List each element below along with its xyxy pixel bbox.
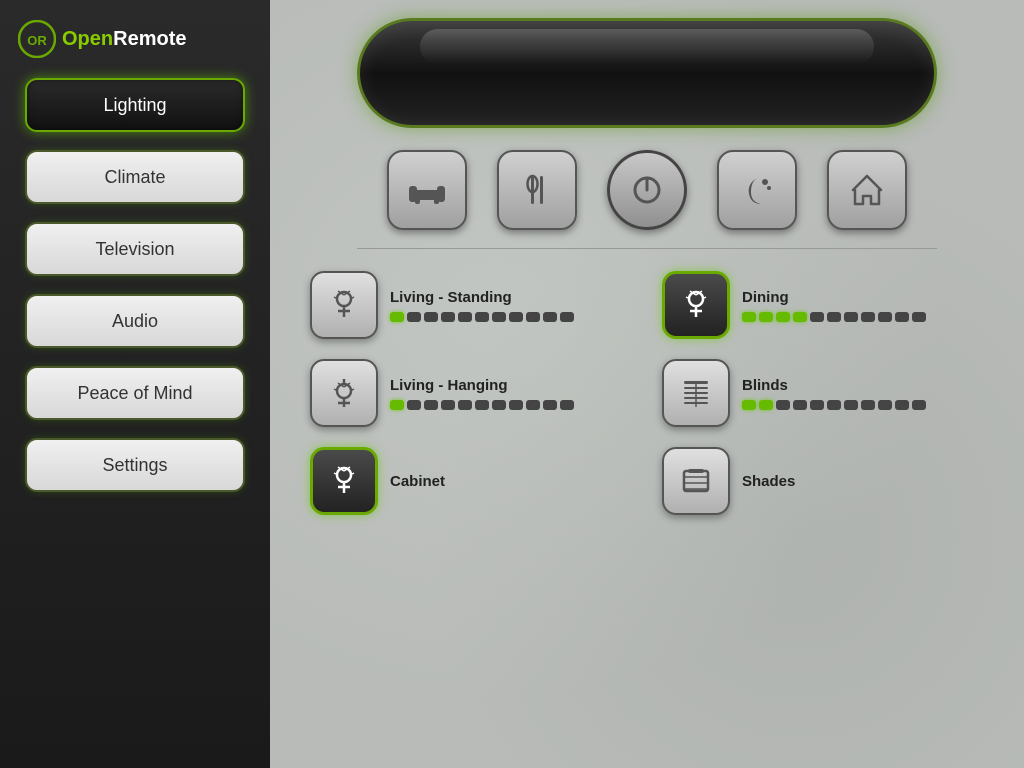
led (458, 400, 472, 410)
led (424, 312, 438, 322)
led (475, 400, 489, 410)
led (390, 312, 404, 322)
led (492, 400, 506, 410)
led (912, 312, 926, 322)
control-dining: Dining (662, 271, 984, 339)
led (793, 312, 807, 322)
led (509, 400, 523, 410)
led (861, 312, 875, 322)
info-living-standing: Living - Standing (390, 289, 574, 322)
led (526, 312, 540, 322)
scene-button-night[interactable] (717, 150, 797, 230)
led (560, 312, 574, 322)
scene-button-away[interactable] (827, 150, 907, 230)
led (895, 400, 909, 410)
label-dining: Dining (742, 289, 926, 306)
control-shades: Shades (662, 447, 984, 515)
led (390, 400, 404, 410)
label-living-hanging: Living - Hanging (390, 377, 574, 394)
label-cabinet: Cabinet (390, 473, 445, 490)
led (742, 312, 756, 322)
led (844, 400, 858, 410)
top-pill-button[interactable] (357, 18, 937, 128)
led (827, 312, 841, 322)
label-shades: Shades (742, 473, 795, 490)
led-bar-living-standing (390, 312, 574, 322)
logo-remote: Remote (113, 28, 186, 50)
led (844, 312, 858, 322)
led-bar-living-hanging (390, 400, 574, 410)
led (759, 400, 773, 410)
control-blinds: Blinds (662, 359, 984, 427)
led (861, 400, 875, 410)
sidebar: OR OpenRemote Lighting Climate Televisio… (0, 0, 270, 768)
led (407, 400, 421, 410)
scene-button-power[interactable] (607, 150, 687, 230)
svg-text:OR: OR (27, 33, 47, 48)
scene-button-lounge[interactable] (387, 150, 467, 230)
control-living-hanging: Living - Hanging (310, 359, 632, 427)
logo-icon: OR (18, 20, 56, 58)
scene-button-dining[interactable] (497, 150, 577, 230)
led (742, 400, 756, 410)
led-bar-dining (742, 312, 926, 322)
nav-button-lighting[interactable]: Lighting (25, 78, 245, 132)
led (441, 400, 455, 410)
led (560, 400, 574, 410)
led (776, 312, 790, 322)
led (878, 400, 892, 410)
logo-open: Open (62, 28, 113, 50)
led (793, 400, 807, 410)
led (759, 312, 773, 322)
nav-button-climate[interactable]: Climate (25, 150, 245, 204)
info-cabinet: Cabinet (390, 473, 445, 490)
led (543, 312, 557, 322)
led-bar-blinds (742, 400, 926, 410)
led (475, 312, 489, 322)
led (895, 312, 909, 322)
led (526, 400, 540, 410)
control-living-standing: Living - Standing (310, 271, 632, 339)
led (424, 400, 438, 410)
led (407, 312, 421, 322)
info-living-hanging: Living - Hanging (390, 377, 574, 410)
icon-button-cabinet[interactable] (310, 447, 378, 515)
nav-button-audio[interactable]: Audio (25, 294, 245, 348)
icon-button-dining[interactable] (662, 271, 730, 339)
led (543, 400, 557, 410)
main-content: Living - Standing (270, 0, 1024, 768)
icon-button-blinds[interactable] (662, 359, 730, 427)
info-shades: Shades (742, 473, 795, 490)
led (810, 400, 824, 410)
info-blinds: Blinds (742, 377, 926, 410)
info-dining: Dining (742, 289, 926, 322)
led (827, 400, 841, 410)
control-cabinet: Cabinet (310, 447, 632, 515)
scene-row (290, 150, 1004, 230)
label-living-standing: Living - Standing (390, 289, 574, 306)
logo-text: OpenRemote (62, 28, 186, 51)
led (776, 400, 790, 410)
led (912, 400, 926, 410)
led (878, 312, 892, 322)
logo-area: OR OpenRemote (0, 10, 270, 78)
nav-button-peace-of-mind[interactable]: Peace of Mind (25, 366, 245, 420)
section-divider (357, 248, 937, 249)
icon-button-living-standing[interactable] (310, 271, 378, 339)
control-grid: Living - Standing (290, 271, 1004, 515)
led (810, 312, 824, 322)
nav-button-television[interactable]: Television (25, 222, 245, 276)
led (458, 312, 472, 322)
led (509, 312, 523, 322)
led (441, 312, 455, 322)
icon-button-shades[interactable] (662, 447, 730, 515)
icon-button-living-hanging[interactable] (310, 359, 378, 427)
label-blinds: Blinds (742, 377, 926, 394)
led (492, 312, 506, 322)
nav-button-settings[interactable]: Settings (25, 438, 245, 492)
